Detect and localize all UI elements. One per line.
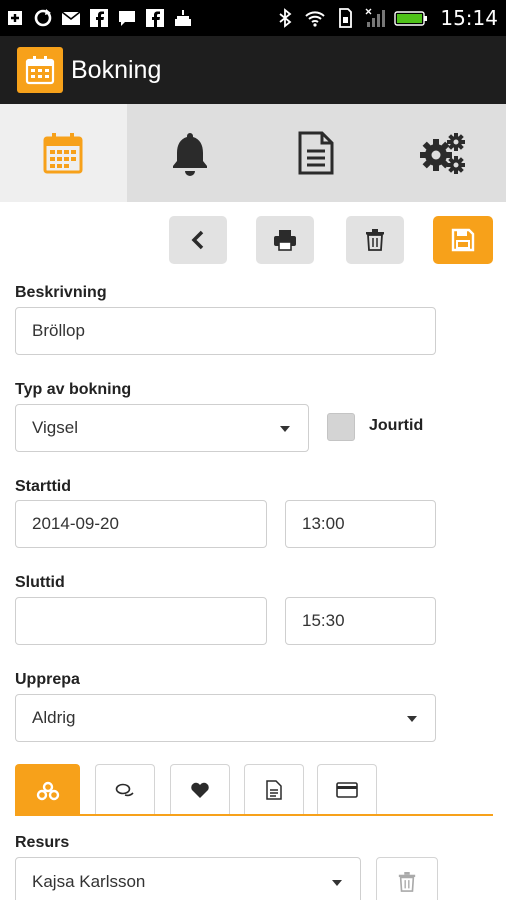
start-date-input[interactable]: 2014-09-20 [15,500,267,548]
subtab-payment[interactable] [317,764,377,815]
clock: 15:14 [440,6,498,30]
repeat-select[interactable]: Aldrig [15,694,436,742]
sim-icon [334,7,356,29]
chevron-down-icon [332,880,342,886]
start-time-input[interactable]: 13:00 [285,500,436,548]
comments-icon [115,783,134,797]
facebook-icon [144,7,166,29]
battery-icon [394,7,428,29]
description-label: Beskrivning [15,284,107,301]
delete-button[interactable] [346,216,404,264]
cake-icon [172,7,194,29]
app-title: Bokning [71,55,162,84]
document-icon [266,780,282,800]
end-time-input[interactable]: 15:30 [285,597,436,645]
start-date-value: 2014-09-20 [32,514,119,533]
back-button[interactable] [169,216,227,264]
end-time-value: 15:30 [302,611,345,630]
resource-delete-button[interactable] [376,857,438,900]
end-date-input[interactable] [15,597,267,645]
start-time-value: 13:00 [302,514,345,533]
tab-documents[interactable] [253,104,380,202]
sync-icon [32,7,54,29]
bell-icon [172,133,207,176]
back-icon [191,230,204,250]
action-bar: Bokning [0,36,506,104]
resource-value: Kajsa Karlsson [32,872,146,891]
chat-icon [116,7,138,29]
start-label: Starttid [15,478,71,495]
mail-icon [60,7,82,29]
subtab-favorites[interactable] [170,764,230,815]
heart-icon [191,782,209,798]
card-icon [336,782,358,798]
document-icon [298,131,334,175]
subtab-documents[interactable] [244,764,304,815]
calendar-icon [43,133,83,174]
on-call-checkbox[interactable] [327,413,355,441]
end-label: Sluttid [15,574,65,591]
save-icon [451,228,475,252]
gears-icon [419,133,465,174]
resource-select[interactable]: Kajsa Karlsson [15,857,361,900]
plus-icon [4,7,26,29]
booking-type-select[interactable]: Vigsel [15,404,309,452]
signal-icon [364,7,386,29]
facebook-icon [88,7,110,29]
trash-icon [366,229,384,251]
top-tab-bar [0,104,506,202]
wifi-icon [304,7,326,29]
booking-type-value: Vigsel [32,418,78,437]
on-call-label: Jourtid [369,417,424,434]
calendar-icon[interactable] [17,47,63,93]
description-input[interactable]: Bröllop [15,307,436,355]
description-value: Bröllop [32,321,85,340]
chevron-down-icon [407,716,417,722]
tab-notifications[interactable] [127,104,254,202]
subtab-comments[interactable] [95,764,155,815]
trash-icon [398,872,416,892]
resource-label: Resurs [15,834,70,851]
resources-icon [36,781,59,800]
status-bar: 15:14 [0,0,506,36]
booking-type-label: Typ av bokning [15,381,132,398]
chevron-down-icon [280,426,290,432]
print-icon [274,230,296,251]
save-button[interactable] [433,216,493,264]
tab-calendar[interactable] [0,104,127,202]
print-button[interactable] [256,216,314,264]
bluetooth-icon [274,7,296,29]
subtab-resources[interactable] [15,764,80,816]
subtab-underline [15,814,493,816]
repeat-value: Aldrig [32,708,76,727]
repeat-label: Upprepa [15,671,80,688]
tab-settings[interactable] [380,104,506,202]
